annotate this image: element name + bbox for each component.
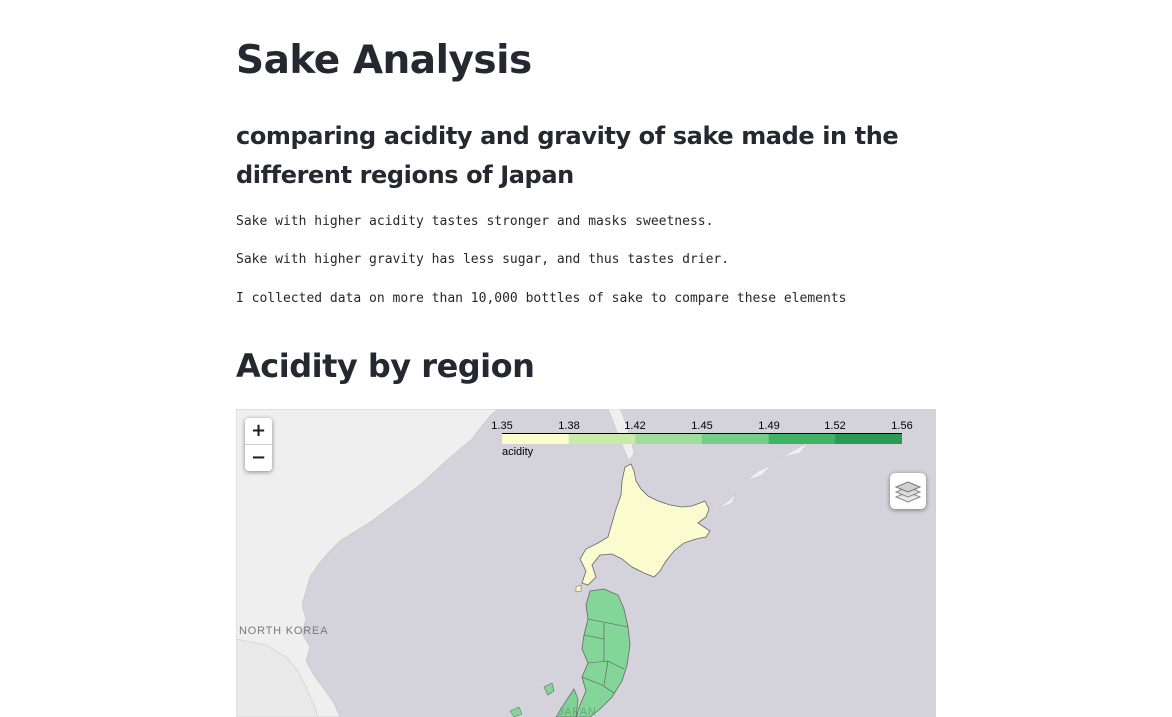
intro-paragraph-data: I collected data on more than 10,000 bot… <box>236 291 847 306</box>
legend-tick: 1.38 <box>558 420 580 432</box>
okushiri-island <box>575 584 582 593</box>
section-heading-acidity: Acidity by region <box>236 347 535 385</box>
intro-paragraph-acidity: Sake with higher acidity tastes stronger… <box>236 214 714 229</box>
legend-swatch <box>502 434 570 444</box>
zoom-in-button[interactable]: + <box>245 418 272 444</box>
legend-swatch <box>835 434 902 444</box>
legend-swatch <box>635 434 703 444</box>
acidity-legend: 1.35 1.38 1.42 1.45 1.49 1.52 1.56 acidi… <box>491 417 914 461</box>
zoom-out-button[interactable]: − <box>245 444 272 471</box>
zoom-control: + − <box>245 418 272 471</box>
legend-swatch <box>702 434 770 444</box>
oki-island <box>509 706 523 717</box>
label-north-korea: NORTH KOREA <box>239 625 329 637</box>
choropleth-map[interactable]: 1.35 1.38 1.42 1.45 1.49 1.52 1.56 acidi… <box>236 409 936 717</box>
page-title: Sake Analysis <box>236 38 532 83</box>
label-japan: JAPAN <box>558 706 597 717</box>
region-hokkaido[interactable] <box>579 463 711 586</box>
legend-tick: 1.56 <box>891 420 913 432</box>
legend-swatch <box>768 434 836 444</box>
sado-island <box>543 682 555 696</box>
layers-icon <box>894 481 922 503</box>
intro-paragraph-gravity: Sake with higher gravity has less sugar,… <box>236 252 730 267</box>
app-page: Sake Analysis comparing acidity and grav… <box>0 0 1172 717</box>
legend-tick: 1.45 <box>691 420 713 432</box>
legend-swatch <box>568 434 636 444</box>
legend-color-ramp <box>502 433 902 444</box>
legend-tick: 1.35 <box>491 420 513 432</box>
page-subtitle: comparing acidity and gravity of sake ma… <box>236 122 899 189</box>
legend-tick: 1.42 <box>624 420 646 432</box>
layer-control-button[interactable] <box>890 473 926 509</box>
legend-tick: 1.52 <box>824 420 846 432</box>
legend-title: acidity <box>502 446 534 458</box>
legend-tick: 1.49 <box>758 420 780 432</box>
region-tohoku[interactable] <box>575 588 631 717</box>
